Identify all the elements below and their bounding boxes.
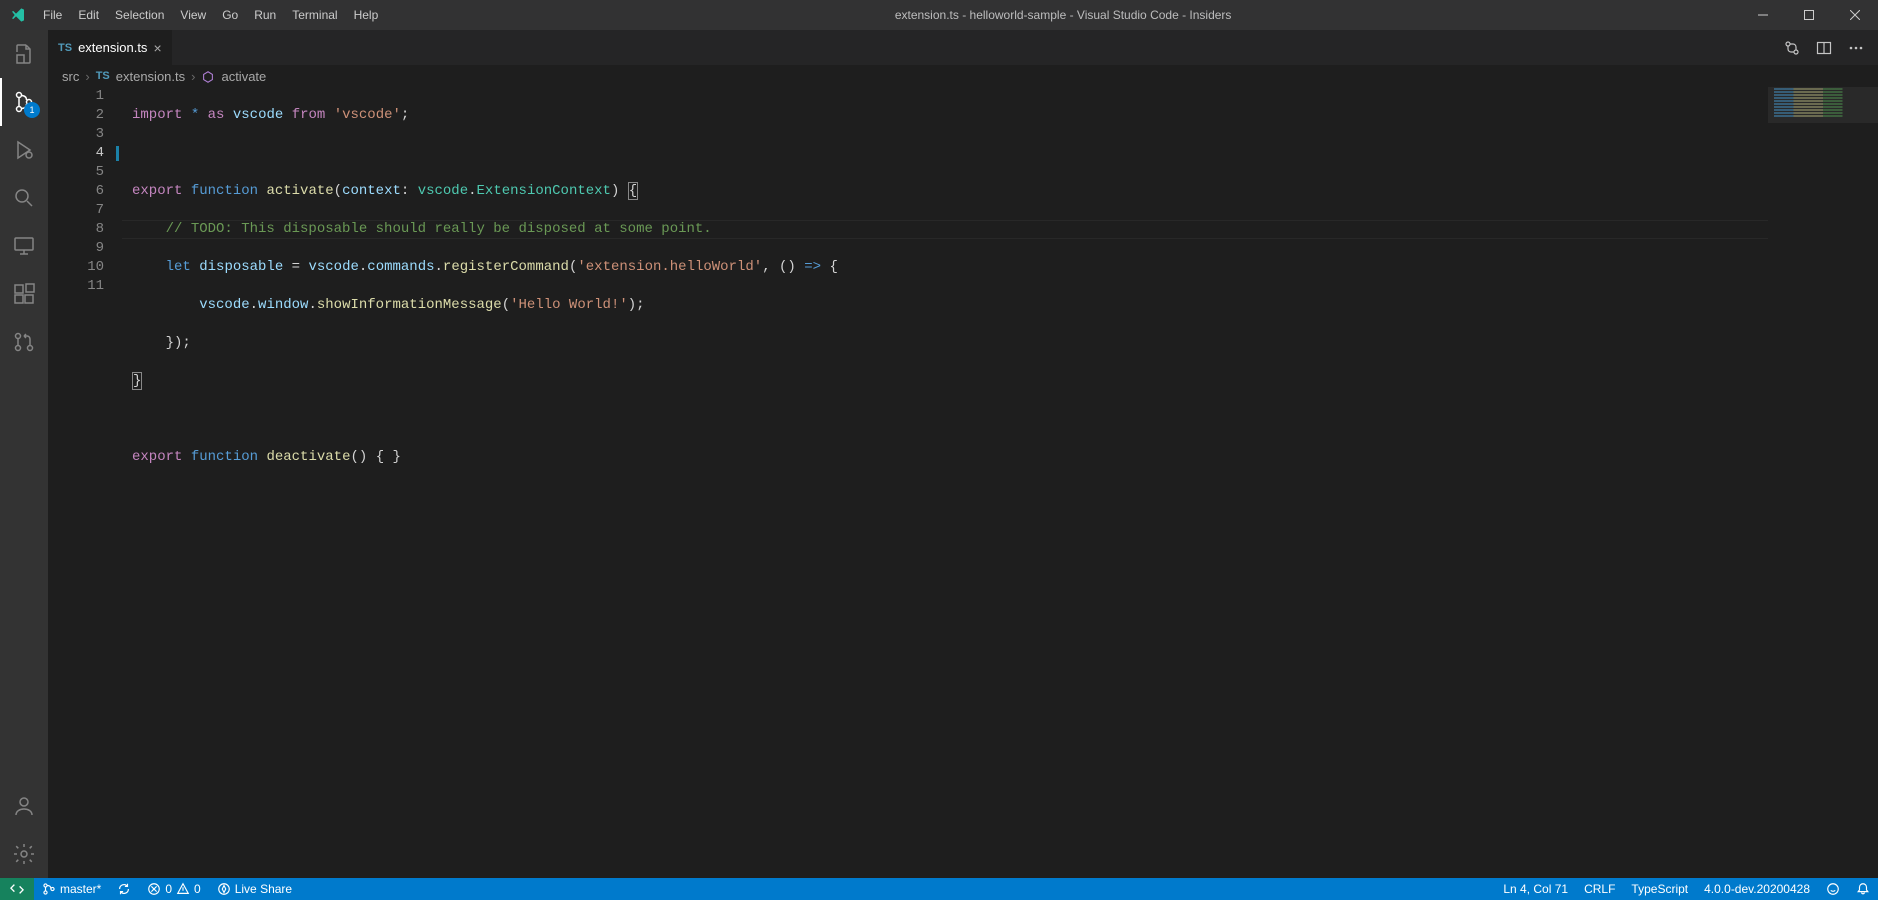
menu-edit[interactable]: Edit: [70, 0, 107, 30]
menu-bar: File Edit Selection View Go Run Terminal…: [35, 0, 386, 30]
line-number: 9: [48, 239, 122, 258]
editor-area[interactable]: 1 2 3 4 5 6 7 8 9 10 11 import * as vsco…: [48, 87, 1878, 878]
modified-line-indicator: [116, 146, 119, 161]
tab-label: extension.ts: [78, 40, 147, 55]
activity-bar: 1: [0, 30, 48, 878]
line-number-gutter: 1 2 3 4 5 6 7 8 9 10 11: [48, 87, 122, 878]
feedback-status[interactable]: [1818, 878, 1848, 900]
activity-manage[interactable]: [0, 830, 48, 878]
window-title: extension.ts - helloworld-sample - Visua…: [386, 8, 1740, 22]
method-icon: [201, 68, 217, 84]
typescript-file-icon: TS: [58, 42, 72, 54]
line-number: 8: [48, 220, 122, 239]
warnings-count: 0: [194, 882, 201, 896]
errors-count: 0: [165, 882, 172, 896]
git-sync-status[interactable]: [109, 878, 139, 900]
typescript-file-icon: TS: [96, 70, 110, 82]
line-number: 6: [48, 182, 122, 201]
activity-search[interactable]: [0, 174, 48, 222]
more-actions-button[interactable]: [1842, 34, 1870, 62]
maximize-button[interactable]: [1786, 0, 1832, 30]
menu-run[interactable]: Run: [246, 0, 284, 30]
problems-status[interactable]: 0 0: [139, 878, 208, 900]
code-content[interactable]: import * as vscode from 'vscode'; export…: [122, 87, 1878, 878]
editor-group: TS extension.ts × src › TS extension: [48, 30, 1878, 878]
editor-tabs: TS extension.ts ×: [48, 30, 1878, 65]
activity-explorer[interactable]: [0, 30, 48, 78]
menu-terminal[interactable]: Terminal: [284, 0, 345, 30]
menu-help[interactable]: Help: [346, 0, 387, 30]
cursor-position-status[interactable]: Ln 4, Col 71: [1495, 878, 1576, 900]
line-number: 1: [48, 87, 122, 106]
close-button[interactable]: [1832, 0, 1878, 30]
live-share-status[interactable]: Live Share: [209, 878, 300, 900]
activity-github-pr[interactable]: [0, 318, 48, 366]
split-editor-button[interactable]: [1810, 34, 1838, 62]
breadcrumb-file[interactable]: extension.ts: [116, 69, 185, 84]
minimap[interactable]: [1768, 87, 1878, 878]
activity-extensions[interactable]: [0, 270, 48, 318]
typescript-version-status[interactable]: 4.0.0-dev.20200428: [1696, 878, 1818, 900]
line-number: 11: [48, 277, 122, 296]
line-number: 5: [48, 163, 122, 182]
remote-indicator[interactable]: [0, 878, 34, 900]
minimize-button[interactable]: [1740, 0, 1786, 30]
line-number: 2: [48, 106, 122, 125]
vscode-insiders-logo: [0, 7, 35, 23]
scm-badge: 1: [24, 102, 40, 118]
line-number: 10: [48, 258, 122, 277]
breadcrumbs[interactable]: src › TS extension.ts › activate: [48, 65, 1878, 87]
eol-status[interactable]: CRLF: [1576, 878, 1623, 900]
window-controls: [1740, 0, 1878, 30]
line-number: 3: [48, 125, 122, 144]
activity-accounts[interactable]: [0, 782, 48, 830]
breadcrumb-folder[interactable]: src: [62, 69, 79, 84]
status-bar: master* 0 0 Live Share Ln 4, Col 71 CRLF…: [0, 878, 1878, 900]
activity-run-debug[interactable]: [0, 126, 48, 174]
menu-file[interactable]: File: [35, 0, 70, 30]
tab-close-icon[interactable]: ×: [153, 40, 161, 56]
notifications-status[interactable]: [1848, 878, 1878, 900]
line-number: 4: [48, 144, 122, 163]
breadcrumb-symbol[interactable]: activate: [221, 69, 266, 84]
menu-selection[interactable]: Selection: [107, 0, 172, 30]
line-number: 7: [48, 201, 122, 220]
title-bar: File Edit Selection View Go Run Terminal…: [0, 0, 1878, 30]
editor-tab-active[interactable]: TS extension.ts ×: [48, 30, 173, 65]
chevron-right-icon: ›: [83, 69, 91, 84]
open-changes-button[interactable]: [1778, 34, 1806, 62]
activity-source-control[interactable]: 1: [0, 78, 48, 126]
activity-remote-explorer[interactable]: [0, 222, 48, 270]
menu-go[interactable]: Go: [214, 0, 246, 30]
live-share-label: Live Share: [235, 882, 292, 896]
language-mode-status[interactable]: TypeScript: [1623, 878, 1696, 900]
git-branch-status[interactable]: master*: [34, 878, 109, 900]
git-branch-name: master*: [60, 882, 101, 896]
menu-view[interactable]: View: [172, 0, 214, 30]
chevron-right-icon: ›: [189, 69, 197, 84]
